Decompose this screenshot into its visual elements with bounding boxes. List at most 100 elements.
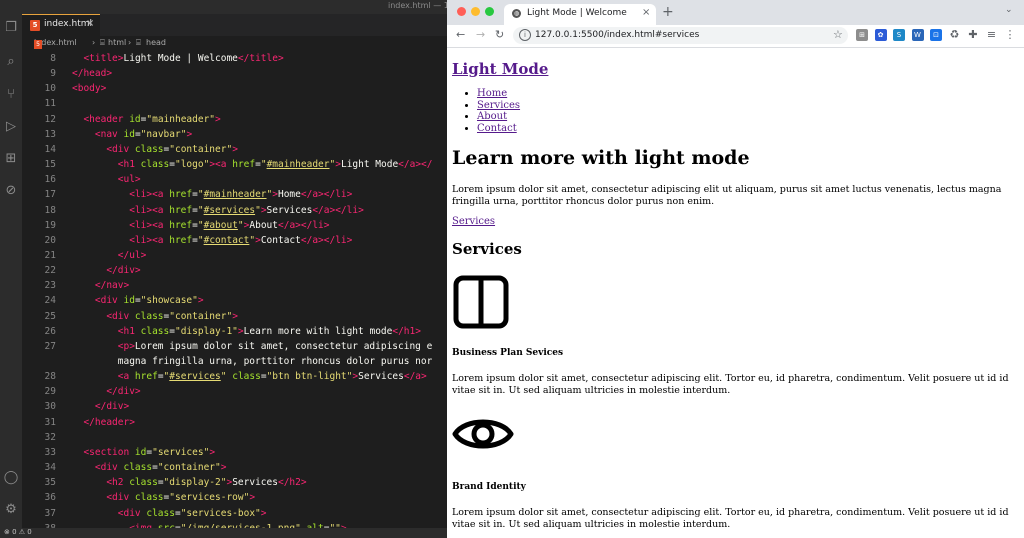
logo-link[interactable]: Light Mode [452, 60, 548, 78]
browser-tab-strip: ◍ Light Mode | Welcome × + ⌄ [447, 0, 1024, 25]
code-area[interactable]: <title>Light Mode | Welcome</title> </hea… [62, 52, 447, 528]
bookmark-star-icon[interactable]: ☆ [833, 28, 843, 41]
line-number: 16 [44, 174, 56, 186]
breadcrumb-head[interactable]: head [146, 38, 166, 47]
code-line[interactable]: <div class="container"> [106, 144, 238, 155]
code-line[interactable]: </div> [95, 401, 129, 412]
nav-link-home[interactable]: Home [477, 88, 507, 99]
line-number: 28 [44, 371, 56, 383]
code-line[interactable]: </head> [72, 68, 112, 79]
code-line[interactable]: <li><a href="#contact">Contact</a></li> [129, 235, 352, 246]
status-bar: ⊗ 0 ⚠ 0 [0, 528, 447, 538]
reload-button[interactable]: ↻ [495, 28, 504, 41]
editor-window-title: index.html — 118 [388, 1, 447, 10]
line-number: 27 [44, 340, 56, 352]
code-line[interactable]: <div class="container"> [106, 311, 238, 322]
browser-toolbar: ← → ↻ i 127.0.0.1:5500/index.html#servic… [447, 25, 1024, 48]
code-line[interactable]: </header> [83, 417, 134, 428]
close-window-button[interactable] [457, 7, 466, 16]
line-number: 22 [44, 265, 56, 277]
problems-status[interactable]: ⊗ 0 ⚠ 0 [4, 528, 32, 536]
line-number: 37 [44, 507, 56, 519]
line-number: 20 [44, 234, 56, 246]
line-number: 15 [44, 159, 56, 171]
nav-item: Home [477, 88, 520, 100]
browser-tab-title: Light Mode | Welcome [527, 8, 627, 18]
editor-titlebar: index.html — 118 [0, 0, 447, 14]
code-line[interactable]: </div> [106, 265, 140, 276]
nav-link-about[interactable]: About [477, 111, 507, 122]
code-line[interactable]: <div class="container"> [95, 462, 227, 473]
forward-button[interactable]: → [476, 28, 485, 41]
code-editor-window: index.html — 118 ❐ ⌕ ⑂ ▷ ⊞ ⊘ ◯ ⚙ 5 index… [0, 0, 447, 538]
activity-bar: ❐ ⌕ ⑂ ▷ ⊞ ⊘ ◯ ⚙ [0, 14, 22, 528]
globe-icon: ◍ [512, 9, 521, 18]
address-bar[interactable]: i 127.0.0.1:5500/index.html#services ☆ [513, 27, 848, 44]
source-control-icon[interactable]: ⑂ [3, 87, 19, 103]
line-number: 8 [50, 53, 56, 64]
back-button[interactable]: ← [456, 28, 465, 41]
code-line[interactable]: <div class="services-row"> [106, 492, 255, 503]
settings-gear-icon[interactable]: ⚙ [3, 502, 19, 518]
breadcrumb-html[interactable]: html [108, 38, 126, 47]
code-line[interactable]: <body> [72, 83, 106, 94]
code-line[interactable]: <section id="services"> [83, 447, 215, 458]
code-line[interactable]: <a href="#services" class="btn btn-light… [118, 371, 427, 382]
extensions-icon[interactable]: ⊞ [3, 151, 19, 167]
code-line[interactable]: magna fringilla urna, porttitor rhoncus … [118, 356, 433, 367]
tab-index-html[interactable]: 5 index.html × [22, 14, 100, 36]
code-brackets-icon: ⌸ [136, 38, 141, 47]
maximize-window-button[interactable] [485, 7, 494, 16]
run-debug-icon[interactable]: ▷ [3, 119, 19, 135]
code-line[interactable]: <div class="services-box"> [118, 508, 267, 519]
ext-8-icon[interactable]: ≡ [986, 29, 998, 41]
code-line[interactable]: <h1 class="display-1">Learn more with li… [118, 326, 421, 337]
line-number: 30 [44, 401, 56, 413]
code-line[interactable]: <li><a href="#mainheader">Home</a></li> [129, 189, 352, 200]
services-button-link[interactable]: Services [452, 216, 495, 227]
menu-icon[interactable]: ⋮ [1004, 29, 1016, 41]
code-line[interactable]: <ul> [118, 174, 141, 185]
breadcrumb-file[interactable]: 5 index.html [34, 38, 77, 49]
code-line[interactable]: <nav id="navbar"> [95, 129, 192, 140]
ext-2-icon[interactable]: ✿ [874, 29, 887, 41]
ext-4-icon[interactable]: W [911, 29, 924, 41]
code-line[interactable]: <div id="showcase"> [95, 295, 204, 306]
html5-icon: 5 [34, 40, 42, 49]
tab-search-icon[interactable]: ⌄ [1005, 5, 1013, 15]
nav-link-services[interactable]: Services [477, 100, 520, 111]
ext-6-icon[interactable]: ♻ [949, 29, 961, 41]
code-line[interactable]: </div> [106, 386, 140, 397]
url-text[interactable]: 127.0.0.1:5500/index.html#services [535, 30, 699, 40]
code-line[interactable]: </ul> [118, 250, 147, 261]
close-icon[interactable]: × [86, 18, 94, 29]
line-number-gutter: 8 9 10 11 12 13 14 15 16 17 18 19 20 21 22 23 24 25 26 27 28… [22, 52, 62, 534]
code-line[interactable]: <h1 class="logo"><a href="#mainheader">L… [118, 159, 433, 170]
ext-5-icon[interactable]: ⊡ [930, 29, 942, 41]
code-line[interactable]: <li><a href="#services">Services</a></li… [129, 205, 364, 216]
code-line[interactable]: <h2 class="display-2">Services</h2> [106, 477, 306, 488]
line-number: 35 [44, 477, 56, 489]
files-icon[interactable]: ❐ [3, 20, 19, 36]
puzzle-icon[interactable]: ✚ [967, 29, 979, 41]
account-icon[interactable]: ◯ [3, 470, 19, 486]
browser-tab[interactable]: ◍ Light Mode | Welcome × [504, 4, 656, 25]
code-line[interactable]: <header id="mainheader"> [83, 114, 220, 125]
info-icon[interactable]: i [519, 29, 531, 41]
code-line[interactable]: <p>Lorem ipsum dolor sit amet, consectet… [118, 341, 433, 352]
ext-1-icon[interactable]: ⊞ [856, 29, 868, 41]
code-line[interactable]: <li><a href="#about">About</a></li> [129, 220, 329, 231]
search-icon[interactable]: ⌕ [3, 54, 19, 70]
minimize-window-button[interactable] [471, 7, 480, 16]
line-number: 11 [44, 98, 56, 110]
code-line[interactable]: <title>Light Mode | Welcome</title> [83, 53, 283, 64]
new-tab-button[interactable]: + [662, 4, 674, 20]
ext-3-icon[interactable]: S [893, 29, 905, 41]
nav-link-contact[interactable]: Contact [477, 123, 517, 134]
close-icon[interactable]: × [642, 7, 650, 18]
code-line[interactable]: </nav> [95, 280, 129, 291]
line-number: 21 [44, 249, 56, 261]
remote-icon[interactable]: ⊘ [3, 183, 19, 199]
web-page-content: Light Mode Home Services About Contact L… [447, 48, 1024, 538]
editor-tab-bar: 5 index.html × [22, 14, 447, 36]
